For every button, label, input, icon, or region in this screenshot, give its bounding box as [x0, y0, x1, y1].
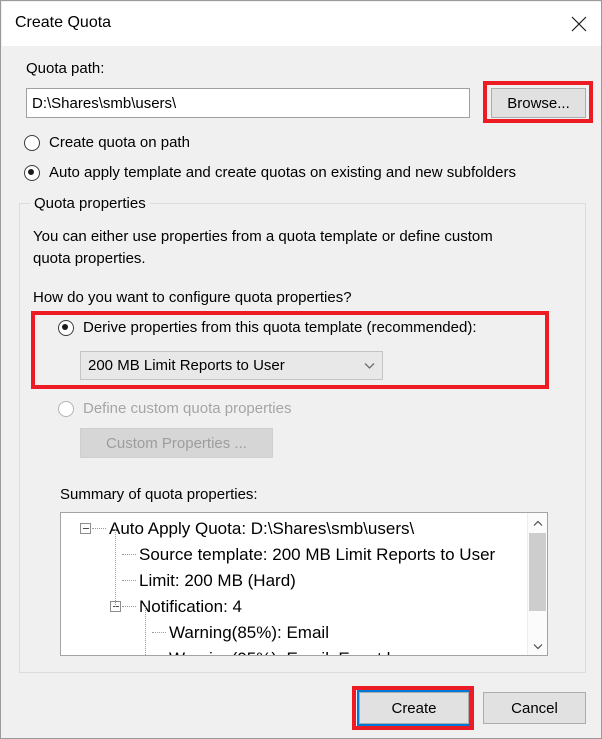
radio-create-quota-on-path[interactable]: Create quota on path — [24, 134, 190, 151]
tree-node-label: Warning(85%): Email — [169, 623, 329, 642]
tree-node-label: Warning(95%): Email, Event log — [169, 646, 409, 655]
description-line-1: You can either use properties from a quo… — [33, 228, 493, 245]
close-button[interactable] — [556, 2, 601, 46]
scroll-down-button[interactable] — [528, 636, 547, 655]
tree-connector — [122, 606, 136, 607]
tree-connector — [122, 554, 136, 555]
tree-connector — [152, 632, 166, 633]
create-quota-dialog: Create Quota Quota path: Browse... Creat… — [0, 0, 602, 739]
radio-derive-from-template[interactable]: Derive properties from this quota templa… — [58, 319, 477, 336]
tree-node[interactable]: Source template: 200 MB Limit Reports to… — [61, 542, 527, 568]
radio-define-custom-properties[interactable]: Define custom quota properties — [58, 400, 291, 417]
cancel-button[interactable]: Cancel — [483, 692, 586, 724]
description-line-2: quota properties. — [33, 250, 146, 267]
treeview-scrollbar[interactable] — [527, 513, 547, 655]
tree-connector — [92, 528, 106, 529]
browse-button[interactable]: Browse... — [491, 88, 586, 118]
tree-node[interactable]: Warning(85%): Email — [61, 620, 527, 646]
quota-path-label: Quota path: — [26, 60, 105, 77]
tree-connector — [145, 607, 146, 655]
tree-node[interactable]: Warning(95%): Email, Event log — [61, 646, 527, 655]
tree-connector — [115, 529, 116, 607]
radio-indicator — [58, 319, 74, 336]
configure-question: How do you want to configure quota prope… — [33, 289, 352, 306]
radio-indicator — [24, 164, 40, 181]
title-bar: Create Quota — [2, 2, 601, 47]
tree-node[interactable]: Limit: 200 MB (Hard) — [61, 568, 527, 594]
tree-connector — [122, 580, 136, 581]
tree-node[interactable]: Notification: 4 — [61, 594, 527, 620]
summary-treeview[interactable]: Auto Apply Quota: D:\Shares\smb\users\ So… — [60, 512, 548, 656]
radio-auto-apply-template[interactable]: Auto apply template and create quotas on… — [24, 164, 516, 181]
scrollbar-thumb[interactable] — [529, 533, 546, 611]
tree-node-label: Notification: 4 — [139, 597, 242, 616]
summary-label: Summary of quota properties: — [60, 486, 258, 503]
quota-properties-group-title: Quota properties — [30, 195, 150, 212]
radio-indicator — [24, 134, 40, 151]
radio-auto-apply-template-label: Auto apply template and create quotas on… — [49, 164, 516, 181]
radio-define-custom-properties-label: Define custom quota properties — [83, 400, 292, 417]
radio-derive-from-template-label: Derive properties from this quota templa… — [83, 319, 477, 336]
chevron-up-icon — [533, 514, 543, 532]
quota-template-dropdown[interactable]: 200 MB Limit Reports to User — [80, 351, 383, 380]
chevron-down-icon — [356, 362, 382, 370]
page-title: Create Quota — [15, 14, 112, 31]
scroll-up-button[interactable] — [528, 513, 547, 532]
tree-node-label: Source template: 200 MB Limit Reports to… — [139, 545, 496, 564]
tree-node-label: Limit: 200 MB (Hard) — [139, 571, 296, 590]
radio-indicator — [58, 400, 74, 417]
chevron-down-icon — [533, 637, 543, 655]
tree-node-label: Auto Apply Quota: D:\Shares\smb\users\ — [109, 519, 415, 538]
dialog-body: Quota path: Browse... Create quota on pa… — [2, 46, 601, 738]
summary-tree-list: Auto Apply Quota: D:\Shares\smb\users\ So… — [61, 516, 527, 655]
close-icon — [556, 16, 601, 32]
custom-properties-button[interactable]: Custom Properties ... — [80, 428, 273, 458]
quota-template-value: 200 MB Limit Reports to User — [88, 357, 285, 374]
radio-create-quota-on-path-label: Create quota on path — [49, 134, 190, 151]
create-button[interactable]: Create — [359, 692, 469, 724]
quota-path-input[interactable] — [26, 88, 470, 118]
tree-collapse-icon[interactable] — [80, 523, 91, 534]
tree-node[interactable]: Auto Apply Quota: D:\Shares\smb\users\ — [61, 516, 527, 542]
